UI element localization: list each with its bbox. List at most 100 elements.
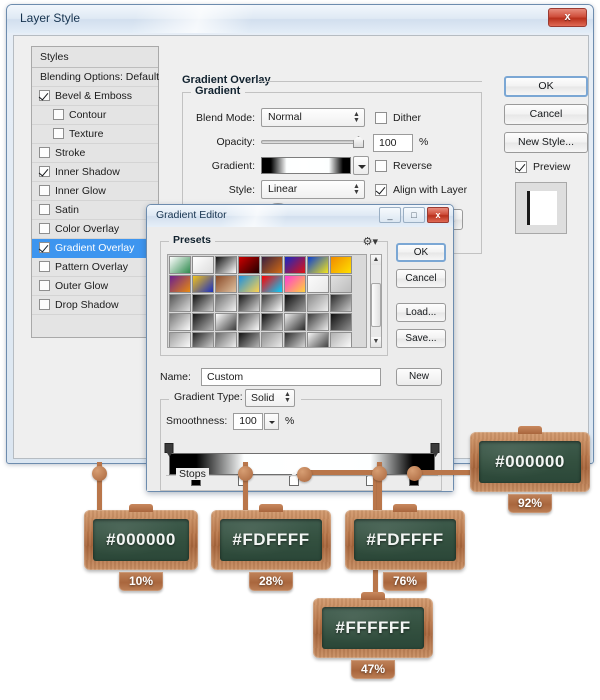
preset-swatch[interactable] [215, 294, 237, 312]
presets-scrollbar[interactable]: ▲ ▼ [370, 254, 382, 348]
ok-button[interactable]: OK [504, 76, 588, 97]
style-checkbox[interactable] [53, 128, 64, 139]
preset-swatch[interactable] [307, 256, 329, 274]
preset-swatch[interactable] [284, 275, 306, 293]
sidebar-item-satin[interactable]: Satin [32, 201, 158, 220]
ge-ok-button[interactable]: OK [396, 243, 446, 262]
sidebar-item-pattern-overlay[interactable]: Pattern Overlay [32, 258, 158, 277]
preset-swatch[interactable] [284, 332, 306, 349]
preset-swatch[interactable] [284, 256, 306, 274]
style-checkbox[interactable] [39, 90, 50, 101]
preset-swatch[interactable] [169, 294, 191, 312]
style-select[interactable]: Linear ▲▼ [261, 180, 365, 199]
opacity-stop[interactable] [165, 443, 174, 453]
style-checkbox[interactable] [39, 147, 50, 158]
ge-cancel-button[interactable]: Cancel [396, 269, 446, 288]
preset-swatch[interactable] [238, 332, 260, 349]
new-preset-button[interactable]: New [396, 368, 442, 386]
sidebar-item-contour[interactable]: Contour [32, 106, 158, 125]
preset-swatch[interactable] [169, 256, 191, 274]
smoothness-dropdown[interactable] [264, 413, 279, 430]
sidebar-item-gradient-overlay[interactable]: Gradient Overlay [32, 239, 158, 258]
sidebar-item-texture[interactable]: Texture [32, 125, 158, 144]
style-checkbox[interactable] [39, 223, 50, 234]
opacity-slider-thumb[interactable] [353, 136, 364, 148]
close-button[interactable]: x [427, 207, 449, 223]
style-checkbox[interactable] [39, 242, 50, 253]
cancel-button[interactable]: Cancel [504, 104, 588, 125]
gradient-editor-titlebar[interactable]: Gradient Editor _ □ x [147, 205, 453, 227]
preset-swatch[interactable] [169, 313, 191, 331]
align-with-layer-checkbox[interactable] [375, 184, 387, 196]
preset-swatch[interactable] [215, 313, 237, 331]
close-button[interactable]: x [548, 8, 587, 27]
preset-swatch[interactable] [238, 275, 260, 293]
sidebar-item-inner-shadow[interactable]: Inner Shadow [32, 163, 158, 182]
preset-swatch[interactable] [169, 275, 191, 293]
style-checkbox[interactable] [39, 185, 50, 196]
preset-swatch[interactable] [215, 256, 237, 274]
style-checkbox[interactable] [39, 204, 50, 215]
new-style-button[interactable]: New Style... [504, 132, 588, 153]
opacity-input[interactable]: 100 [373, 134, 413, 152]
preset-swatch[interactable] [238, 313, 260, 331]
preset-swatch[interactable] [238, 256, 260, 274]
gradient-dropdown-button[interactable] [353, 156, 369, 175]
smoothness-input[interactable]: 100 [233, 413, 263, 430]
dither-checkbox[interactable] [375, 112, 387, 124]
presets-grid[interactable] [167, 254, 367, 348]
preset-swatch[interactable] [261, 256, 283, 274]
preset-swatch[interactable] [330, 332, 352, 349]
preset-swatch[interactable] [330, 294, 352, 312]
preset-swatch[interactable] [330, 256, 352, 274]
preset-swatch[interactable] [215, 332, 237, 349]
scrollbar-thumb[interactable] [371, 283, 381, 327]
preset-swatch[interactable] [307, 332, 329, 349]
style-checkbox[interactable] [39, 280, 50, 291]
name-input[interactable]: Custom [201, 368, 381, 386]
layer-style-titlebar[interactable]: Layer Style x [7, 5, 593, 33]
preset-swatch[interactable] [261, 332, 283, 349]
preset-swatch[interactable] [307, 294, 329, 312]
sidebar-item-inner-glow[interactable]: Inner Glow [32, 182, 158, 201]
preset-swatch[interactable] [215, 275, 237, 293]
scroll-down-icon[interactable]: ▼ [371, 337, 381, 347]
preset-swatch[interactable] [284, 294, 306, 312]
reverse-checkbox[interactable] [375, 160, 387, 172]
gear-icon[interactable]: ⚙▾ [363, 235, 378, 248]
blend-mode-select[interactable]: Normal ▲▼ [261, 108, 365, 127]
sidebar-item-drop-shadow[interactable]: Drop Shadow [32, 296, 158, 315]
sidebar-item-stroke[interactable]: Stroke [32, 144, 158, 163]
preset-swatch[interactable] [330, 313, 352, 331]
preview-checkbox[interactable] [515, 161, 527, 173]
preset-swatch[interactable] [192, 313, 214, 331]
sidebar-item-blending-options-default[interactable]: Blending Options: Default [32, 68, 158, 87]
preset-swatch[interactable] [192, 294, 214, 312]
preset-swatch[interactable] [192, 275, 214, 293]
style-checkbox[interactable] [39, 166, 50, 177]
style-checkbox[interactable] [39, 261, 50, 272]
sidebar-item-color-overlay[interactable]: Color Overlay [32, 220, 158, 239]
minimize-button[interactable]: _ [379, 207, 401, 223]
preset-swatch[interactable] [307, 313, 329, 331]
ge-save-button[interactable]: Save... [396, 329, 446, 348]
preset-swatch[interactable] [261, 294, 283, 312]
sidebar-item-outer-glow[interactable]: Outer Glow [32, 277, 158, 296]
opacity-slider-track[interactable] [261, 140, 361, 144]
gradient-type-select[interactable]: Solid ▲▼ [245, 389, 295, 407]
style-checkbox[interactable] [39, 299, 50, 310]
preset-swatch[interactable] [261, 313, 283, 331]
maximize-button[interactable]: □ [403, 207, 425, 223]
preset-swatch[interactable] [169, 332, 191, 349]
preset-swatch[interactable] [284, 313, 306, 331]
opacity-stop[interactable] [431, 443, 440, 453]
preset-swatch[interactable] [330, 275, 352, 293]
sidebar-item-bevel-emboss[interactable]: Bevel & Emboss [32, 87, 158, 106]
gradient-preview-swatch[interactable] [261, 157, 351, 174]
scroll-up-icon[interactable]: ▲ [371, 255, 381, 265]
ge-load-button[interactable]: Load... [396, 303, 446, 322]
preset-swatch[interactable] [261, 275, 283, 293]
preset-swatch[interactable] [192, 256, 214, 274]
style-checkbox[interactable] [53, 109, 64, 120]
preset-swatch[interactable] [192, 332, 214, 349]
